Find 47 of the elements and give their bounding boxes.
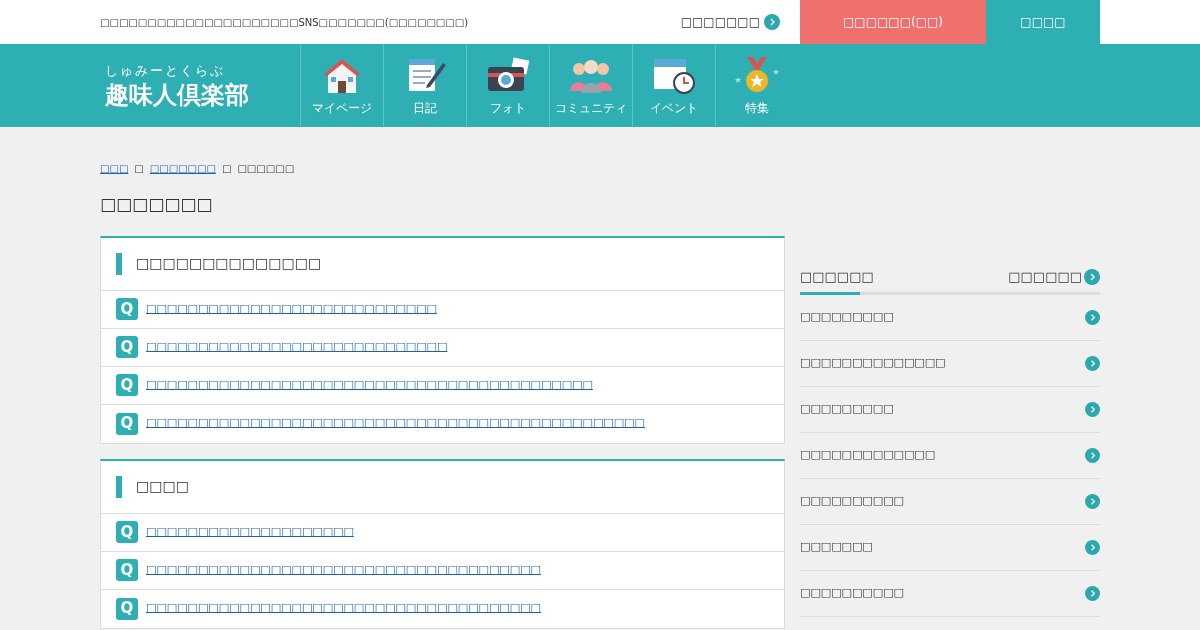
q-badge: Q	[116, 298, 138, 320]
site-tagline: □□□□□□□□□□□□□□□□□□□□□SNS□□□□□□□(□□□□□□□□)	[100, 15, 470, 30]
q-badge: Q	[116, 597, 138, 620]
question-link[interactable]: □□□□□□□□□□□□□□□□□□□□□□□□□□□□□□□□□□□□□□□□□□□□□□□□	[146, 415, 645, 432]
chevron-icon	[1084, 268, 1100, 285]
breadcrumb-current: □□□□□□	[237, 162, 295, 176]
sidebar-item[interactable]: □□□□□□□□□□	[800, 570, 1100, 617]
chevron-icon	[1085, 539, 1100, 555]
q-badge: Q	[116, 412, 138, 435]
question-link[interactable]: □□□□□□□□□□□□□□□□□□□□□□□□□□□□□□□□□□□□□□	[146, 561, 541, 579]
heading-bar	[116, 252, 122, 275]
breadcrumb-link[interactable]: □□□□□□□	[149, 161, 216, 176]
breadcrumb-separator: □	[134, 162, 144, 176]
question-link[interactable]: □□□□□□□□□□□□□□□□□□□□□□□□□□□□□□□□□□□□□□	[146, 600, 541, 617]
chevron-icon	[1085, 493, 1100, 509]
section-heading: □□□□	[136, 477, 189, 496]
chevron-icon	[764, 14, 780, 30]
logo-ruby: しゅみーとくらぶ	[105, 61, 226, 80]
medal-icon	[733, 54, 781, 95]
sidebar-tab[interactable]: □□□□□□	[800, 266, 874, 287]
chevron-icon	[1085, 309, 1100, 325]
sidebar-item[interactable]: □□□□□□□□□	[800, 386, 1100, 433]
tab-underline	[800, 291, 860, 295]
question-link[interactable]: □□□□□□□□□□□□□□□□□□□□	[146, 523, 354, 541]
chevron-icon	[1085, 401, 1100, 417]
question-link[interactable]: □□□□□□□□□□□□□□□□□□□□□□□□□□□□	[146, 300, 437, 318]
sidebar-item[interactable]: □□□□□□□	[800, 524, 1100, 571]
question-link[interactable]: □□□□□□□□□□□□□□□□□□□□□□□□□□□□□	[146, 338, 448, 356]
section-heading: □□□□□□□□□□□□□□	[136, 254, 322, 273]
breadcrumb-link[interactable]: □□□	[100, 161, 129, 176]
q-badge: Q	[116, 336, 138, 358]
more-link[interactable]: □□□□□□	[1008, 266, 1100, 287]
q-badge: Q	[116, 521, 138, 543]
page-title: □□□□□□□	[100, 193, 214, 216]
chevron-icon	[1085, 447, 1100, 463]
breadcrumb-separator: □	[221, 162, 232, 176]
chevron-icon	[1085, 585, 1100, 601]
sidebar-item[interactable]: □□□□□□□□□□	[800, 478, 1100, 525]
login-link[interactable]: □□□□□□□	[680, 13, 780, 31]
sidebar-item[interactable]: □□□□□□□□□	[800, 294, 1100, 341]
chevron-icon	[1085, 355, 1100, 371]
q-badge: Q	[116, 374, 138, 396]
sidebar-item[interactable]: □□□□□□□□□□□□□	[800, 432, 1100, 479]
sidebar-item[interactable]: □□□□□□□□□□□□□□	[800, 340, 1100, 387]
heading-bar	[116, 475, 122, 498]
q-badge: Q	[116, 559, 138, 581]
question-link[interactable]: □□□□□□□□□□□□□□□□□□□□□□□□□□□□□□□□□□□□□□□□□□□	[146, 376, 593, 394]
